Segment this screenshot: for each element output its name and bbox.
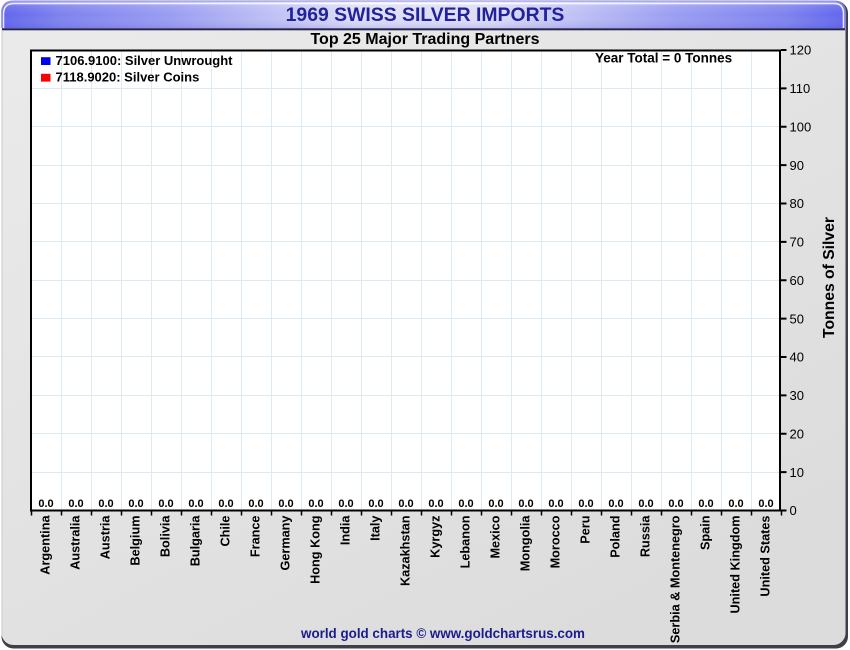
svg-text:0.0: 0.0 [158, 498, 173, 510]
svg-text:0.0: 0.0 [338, 498, 353, 510]
svg-text:0.0: 0.0 [728, 498, 743, 510]
svg-text:Germany: Germany [279, 516, 293, 571]
svg-text:Year Total = 0 Tonnes: Year Total = 0 Tonnes [595, 50, 732, 65]
svg-text:Kyrgyz: Kyrgyz [429, 516, 443, 558]
svg-text:Austria: Austria [99, 515, 113, 560]
svg-text:0.0: 0.0 [608, 498, 623, 510]
svg-text:40: 40 [790, 350, 804, 365]
svg-text:Top 25 Major Trading Partners: Top 25 Major Trading Partners [310, 31, 539, 48]
svg-text:France: France [249, 516, 263, 558]
svg-text:7106.9100: Silver Unwrought: 7106.9100: Silver Unwrought [56, 53, 234, 68]
svg-text:0.0: 0.0 [668, 498, 683, 510]
svg-text:United Kingdom: United Kingdom [729, 516, 743, 614]
svg-text:world gold charts © www.goldch: world gold charts © www.goldchartsrus.co… [300, 626, 585, 641]
svg-text:Argentina: Argentina [39, 515, 53, 575]
svg-text:0.0: 0.0 [548, 498, 563, 510]
svg-text:Tonnes of Silver: Tonnes of Silver [821, 217, 838, 338]
svg-text:Mongolia: Mongolia [519, 515, 533, 572]
svg-text:Lebanon: Lebanon [459, 516, 473, 569]
svg-text:Mexico: Mexico [489, 515, 503, 558]
svg-text:0.0: 0.0 [398, 498, 413, 510]
svg-text:0.0: 0.0 [68, 498, 83, 510]
svg-text:Kazakhstan: Kazakhstan [399, 516, 413, 587]
svg-text:0.0: 0.0 [38, 498, 53, 510]
svg-text:60: 60 [790, 273, 804, 288]
svg-text:110: 110 [790, 81, 811, 96]
svg-text:10: 10 [790, 465, 804, 480]
svg-text:80: 80 [790, 196, 804, 211]
svg-text:30: 30 [790, 388, 804, 403]
svg-text:20: 20 [790, 426, 804, 441]
svg-text:0.0: 0.0 [98, 498, 113, 510]
svg-text:0.0: 0.0 [128, 498, 143, 510]
svg-text:0.0: 0.0 [308, 498, 323, 510]
svg-text:Peru: Peru [579, 516, 593, 544]
svg-text:Belgium: Belgium [129, 516, 143, 566]
svg-text:Russia: Russia [639, 515, 653, 558]
svg-text:Spain: Spain [699, 516, 713, 551]
svg-text:India: India [339, 515, 353, 546]
svg-text:Bulgaria: Bulgaria [189, 515, 203, 567]
svg-text:90: 90 [790, 158, 804, 173]
svg-text:0: 0 [790, 503, 797, 518]
svg-text:50: 50 [790, 311, 804, 326]
svg-text:Serbia & Montenegro: Serbia & Montenegro [669, 515, 683, 643]
svg-text:Chile: Chile [219, 516, 233, 547]
svg-text:7118.9020: Silver Coins: 7118.9020: Silver Coins [56, 70, 200, 85]
svg-text:United States: United States [759, 516, 773, 597]
svg-text:0.0: 0.0 [248, 498, 263, 510]
svg-text:100: 100 [790, 119, 812, 134]
svg-text:120: 120 [790, 43, 812, 58]
svg-text:0.0: 0.0 [698, 498, 713, 510]
svg-text:Morocco: Morocco [549, 515, 563, 568]
svg-text:0.0: 0.0 [458, 498, 473, 510]
svg-text:0.0: 0.0 [638, 498, 653, 510]
svg-text:0.0: 0.0 [368, 498, 383, 510]
svg-text:Bolivia: Bolivia [159, 515, 173, 558]
svg-text:Australia: Australia [69, 515, 83, 570]
svg-text:0.0: 0.0 [758, 498, 773, 510]
svg-text:Poland: Poland [609, 516, 623, 558]
svg-text:0.0: 0.0 [278, 498, 293, 510]
svg-text:0.0: 0.0 [218, 498, 233, 510]
svg-text:Italy: Italy [369, 516, 383, 541]
svg-text:70: 70 [790, 235, 804, 250]
svg-text:0.0: 0.0 [578, 498, 593, 510]
svg-text:0.0: 0.0 [188, 498, 203, 510]
svg-text:0.0: 0.0 [518, 498, 533, 510]
svg-text:0.0: 0.0 [428, 498, 443, 510]
svg-text:0.0: 0.0 [488, 498, 503, 510]
svg-text:1969 SWISS SILVER IMPORTS: 1969 SWISS SILVER IMPORTS [286, 4, 565, 26]
svg-text:Hong Kong: Hong Kong [309, 516, 323, 584]
